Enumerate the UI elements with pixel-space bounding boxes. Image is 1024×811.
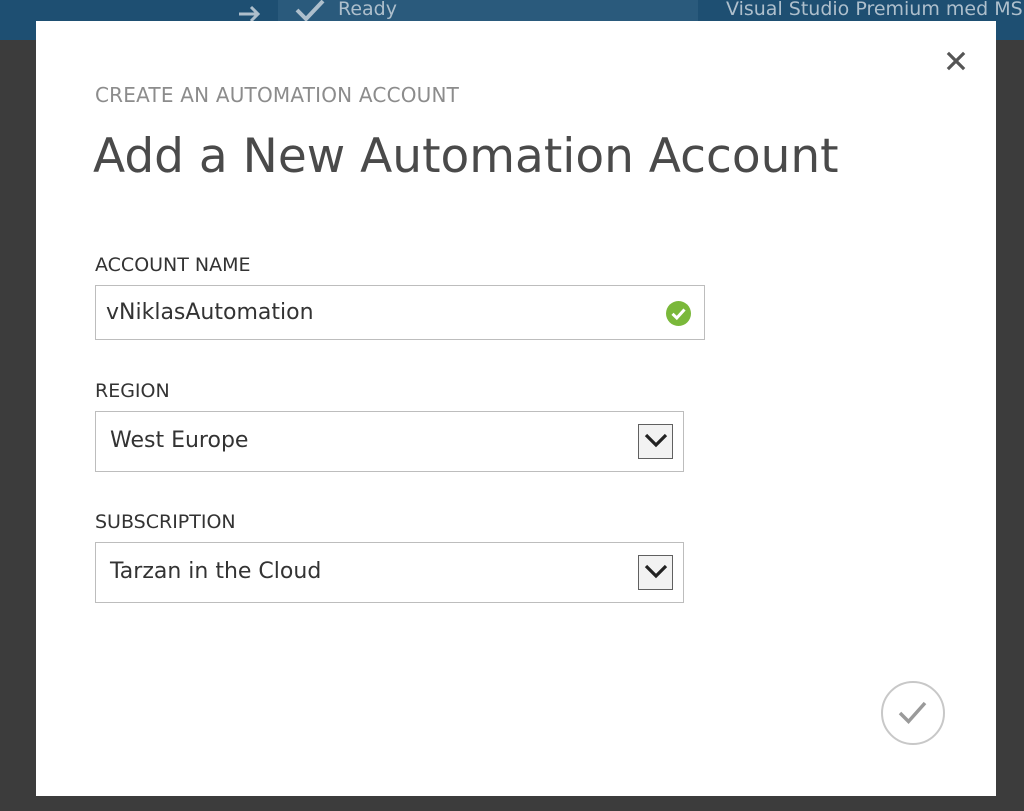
region-select[interactable]: West Europe <box>95 411 684 472</box>
check-icon <box>295 0 325 22</box>
subscription-label: SUBSCRIPTION <box>95 511 236 533</box>
region-label: REGION <box>95 380 170 402</box>
confirm-button[interactable] <box>881 681 945 745</box>
subscription-text: Visual Studio Premium med MSDN <box>726 0 1024 20</box>
checkmark-circle-icon <box>666 301 691 326</box>
dialog-eyebrow: CREATE AN AUTOMATION ACCOUNT <box>95 83 460 107</box>
status-text: Ready <box>338 0 397 20</box>
chevron-down-icon <box>644 564 668 579</box>
subscription-select[interactable]: Tarzan in the Cloud <box>95 542 684 603</box>
region-dropdown-button[interactable] <box>638 424 673 459</box>
create-automation-account-dialog: CREATE AN AUTOMATION ACCOUNT Add a New A… <box>36 21 996 796</box>
account-name-label: ACCOUNT NAME <box>95 254 251 276</box>
region-selected-value: West Europe <box>110 428 249 453</box>
account-name-input[interactable] <box>106 286 646 339</box>
account-name-field <box>95 285 705 340</box>
subscription-selected-value: Tarzan in the Cloud <box>110 559 322 584</box>
close-button[interactable] <box>944 49 968 73</box>
dialog-title: Add a New Automation Account <box>93 129 839 184</box>
checkmark-icon <box>898 701 927 725</box>
close-icon <box>946 51 966 71</box>
subscription-dropdown-button[interactable] <box>638 555 673 590</box>
chevron-down-icon <box>644 433 668 448</box>
